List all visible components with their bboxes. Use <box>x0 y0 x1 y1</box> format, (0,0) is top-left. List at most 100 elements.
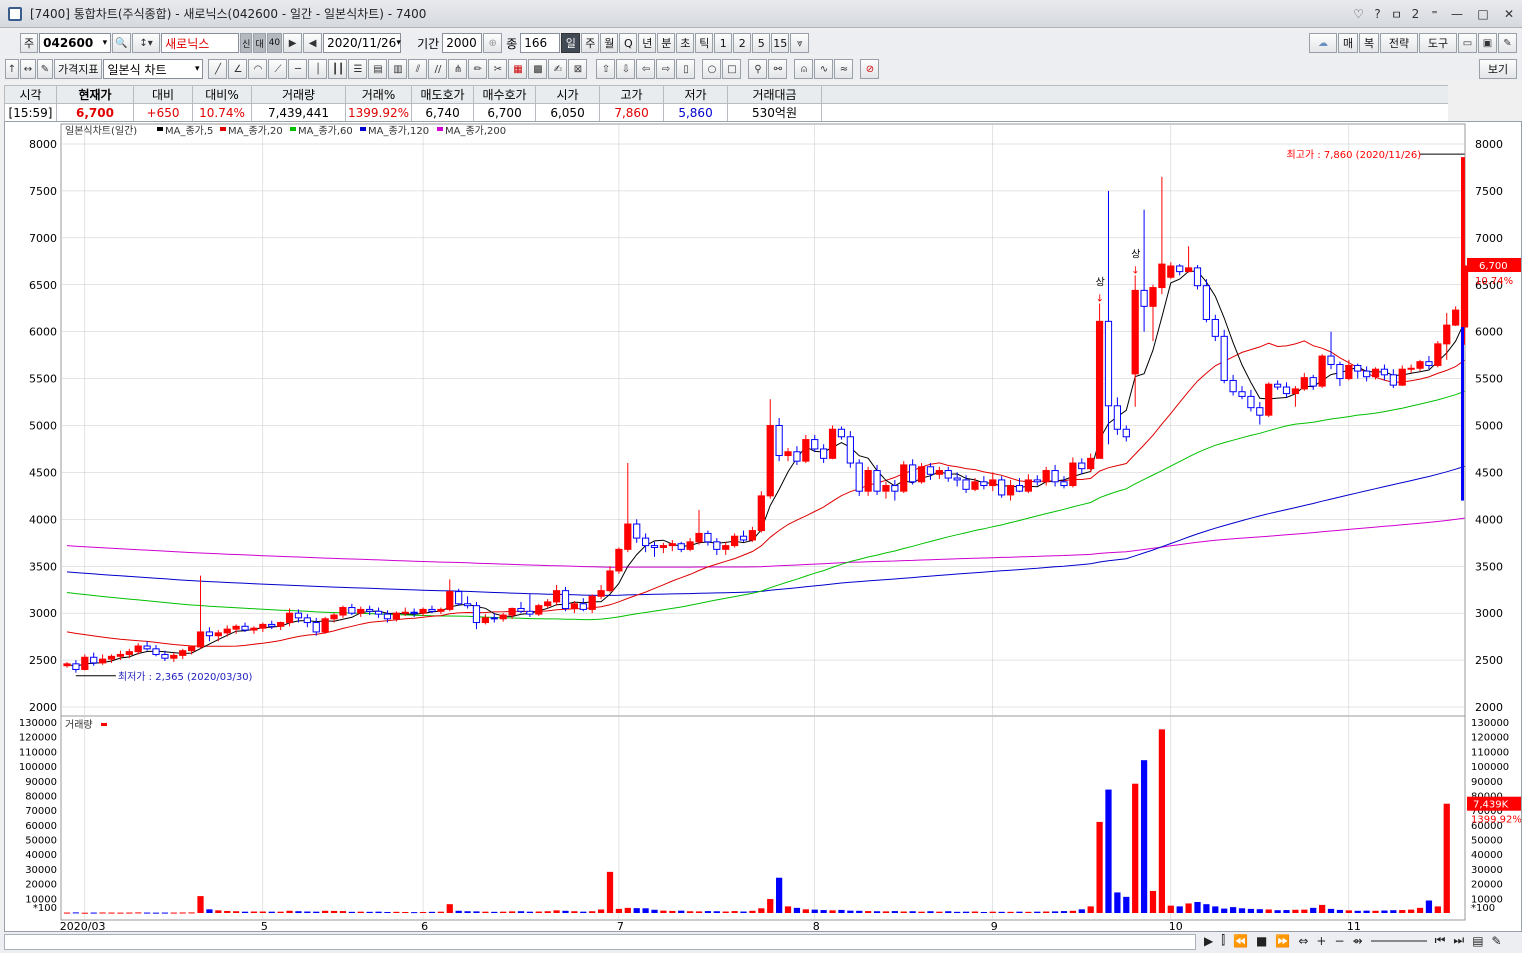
tab-year[interactable]: 년 <box>638 33 657 53</box>
retracement-icon[interactable]: ▥ <box>388 59 408 79</box>
chart-area[interactable]: 2000 2000 2500 2500 3000 3000 3500 3500 4000 4000… <box>4 121 1522 933</box>
pitchfork-icon[interactable]: ⋔ <box>448 59 468 79</box>
stop-icon[interactable]: ■ <box>1256 934 1267 948</box>
wave-icon[interactable]: ∿ <box>814 59 834 79</box>
arrow-left-icon[interactable]: ⇦ <box>636 59 656 79</box>
note-icon[interactable]: ▯ <box>676 59 696 79</box>
angle-line-icon[interactable]: ∠ <box>228 59 248 79</box>
open-icon[interactable]: ▭ <box>1458 33 1477 53</box>
zoom-in-icon[interactable]: + <box>1316 934 1326 948</box>
text-tool-icon[interactable]: ✍ <box>548 59 568 79</box>
tools-button[interactable]: 도구 <box>1419 33 1457 53</box>
compare-button[interactable]: 복 <box>1359 33 1379 53</box>
pencil-icon[interactable]: ✏ <box>468 59 488 79</box>
layout-icon[interactable]: ㅁ <box>1387 6 1406 23</box>
close-button[interactable]: ✕ <box>1496 7 1522 21</box>
eraser-icon[interactable]: ✂ <box>488 59 508 79</box>
market-select[interactable]: 주 <box>20 33 39 53</box>
zoom-icon[interactable]: ⚲ <box>748 59 768 79</box>
save-icon[interactable]: ▣ <box>1478 33 1497 53</box>
arc-icon[interactable]: ◠ <box>248 59 268 79</box>
zoom-out-icon[interactable]: − <box>1334 934 1344 948</box>
grid-lines-icon[interactable]: ▤ <box>368 59 388 79</box>
view-button[interactable]: 보기 <box>1479 59 1517 79</box>
channel-icon[interactable]: ⫽ <box>408 59 428 79</box>
trade-button[interactable]: 매 <box>1338 33 1358 53</box>
custom-period-icon[interactable]: ⩔ <box>790 33 810 53</box>
favorite-icon[interactable]: ♡ <box>1349 7 1368 21</box>
chart-type-select[interactable]: 일본식 차트 ▾ <box>103 59 204 79</box>
stock-code-input[interactable]: 042600 ▾ <box>39 33 112 53</box>
split-view-icon[interactable]: ⇔ <box>1298 934 1308 948</box>
maximize-button[interactable]: □ <box>1470 7 1496 21</box>
date-input[interactable]: 2020/11/26 ▾ <box>323 33 402 53</box>
tab-2[interactable]: 2 <box>733 33 752 53</box>
circle-icon[interactable]: ○ <box>702 59 722 79</box>
tab-tick[interactable]: 틱 <box>695 33 714 53</box>
play-next-icon[interactable]: ▶ <box>283 33 303 53</box>
rectangle-icon[interactable]: □ <box>722 59 742 79</box>
zoom-reset-icon[interactable]: ⚯ <box>768 59 788 79</box>
arrow-right-icon[interactable]: ⇨ <box>656 59 676 79</box>
clear-all-icon[interactable]: ⊘ <box>860 59 880 79</box>
candle-body <box>588 595 596 610</box>
expand-horizontal-icon[interactable]: ↔ <box>20 59 36 79</box>
wave-pattern-icon[interactable]: ≈ <box>834 59 854 79</box>
fill-icon[interactable]: ▩ <box>528 59 548 79</box>
stock-chart-svg[interactable]: 2000 2000 2500 2500 3000 3000 3500 3500 4000 4000… <box>5 122 1522 933</box>
candle-body <box>223 628 231 634</box>
vertical-line-icon[interactable]: │ <box>308 59 328 79</box>
play-prev-icon[interactable]: ◀ <box>303 33 323 53</box>
search-icon[interactable]: 🔍 <box>112 33 132 53</box>
arrow-up-icon[interactable]: ⇧ <box>596 59 616 79</box>
tab-15[interactable]: 15 <box>771 33 790 53</box>
minimize-button[interactable]: — <box>1444 7 1470 21</box>
tab-day[interactable]: 일 <box>561 33 581 53</box>
fit-icon[interactable]: ⊕ <box>483 33 503 53</box>
scroll-right-icon[interactable]: ▶ <box>1204 934 1213 948</box>
last-page-icon[interactable]: ⏭ <box>1453 933 1464 948</box>
help-icon[interactable]: ? <box>1368 7 1387 21</box>
first-page-icon[interactable]: ⏮ <box>1435 933 1446 948</box>
magnet-icon[interactable]: ⍝ <box>794 59 814 79</box>
stock-name-field[interactable]: 새로닉스 <box>161 33 240 53</box>
up-arrow-icon[interactable]: ↑ <box>5 59 19 79</box>
config-icon[interactable]: ✎ <box>1492 934 1502 948</box>
settings-wrench-icon[interactable]: ✎ <box>1498 33 1517 53</box>
tab-1[interactable]: 1 <box>714 33 733 53</box>
price-indicator-button[interactable]: 가격지표 <box>54 59 103 79</box>
tab-quarter[interactable]: Q <box>619 33 638 53</box>
tab-week[interactable]: 주 <box>581 33 600 53</box>
color-palette-icon[interactable]: ▦ <box>508 59 528 79</box>
history-dropdown-icon[interactable]: ↕▾ <box>132 33 161 53</box>
arrow-down-icon[interactable]: ⇩ <box>616 59 636 79</box>
strategy-button[interactable]: 전략 <box>1380 33 1418 53</box>
horizontal-scrollbar[interactable] <box>4 934 1196 950</box>
candle-body <box>312 622 320 633</box>
export-icon[interactable]: ▤ <box>1472 934 1483 948</box>
tab-minute[interactable]: 분 <box>657 33 676 53</box>
parallel-lines-icon[interactable]: // <box>428 59 448 79</box>
horizontal-line-icon[interactable]: ─ <box>288 59 308 79</box>
tab-5[interactable]: 5 <box>752 33 771 53</box>
tab-second[interactable]: 초 <box>676 33 695 53</box>
ratio-icon[interactable]: ⇴ <box>1353 934 1363 948</box>
tab-month[interactable]: 월 <box>600 33 619 53</box>
ruler-icon[interactable]: ⫿ <box>1221 933 1225 948</box>
volume-bar <box>971 911 979 913</box>
rewind-icon[interactable]: ⏪ <box>1233 934 1248 948</box>
count-input[interactable]: 166 <box>520 33 561 53</box>
period-input[interactable]: 2000 <box>442 33 483 53</box>
price-tick-label-left: 8000 <box>29 138 57 151</box>
forward-icon[interactable]: ⏩ <box>1275 934 1290 948</box>
cycle-lines-icon[interactable]: ┃┃ <box>328 59 348 79</box>
fan-icon[interactable]: ⟋ <box>268 59 288 79</box>
trendline-icon[interactable]: ╱ <box>208 59 228 79</box>
zoom-slider[interactable] <box>1370 939 1427 942</box>
link-group-icon[interactable]: 2 <box>1406 7 1425 21</box>
cloud-icon[interactable]: ☁ <box>1309 33 1337 53</box>
fibonacci-icon[interactable]: ☰ <box>348 59 368 79</box>
edit-icon[interactable]: ✎ <box>37 59 53 79</box>
delete-drawing-icon[interactable]: ⊠ <box>568 59 588 79</box>
menu-icon[interactable]: ⁼ <box>1425 7 1444 21</box>
